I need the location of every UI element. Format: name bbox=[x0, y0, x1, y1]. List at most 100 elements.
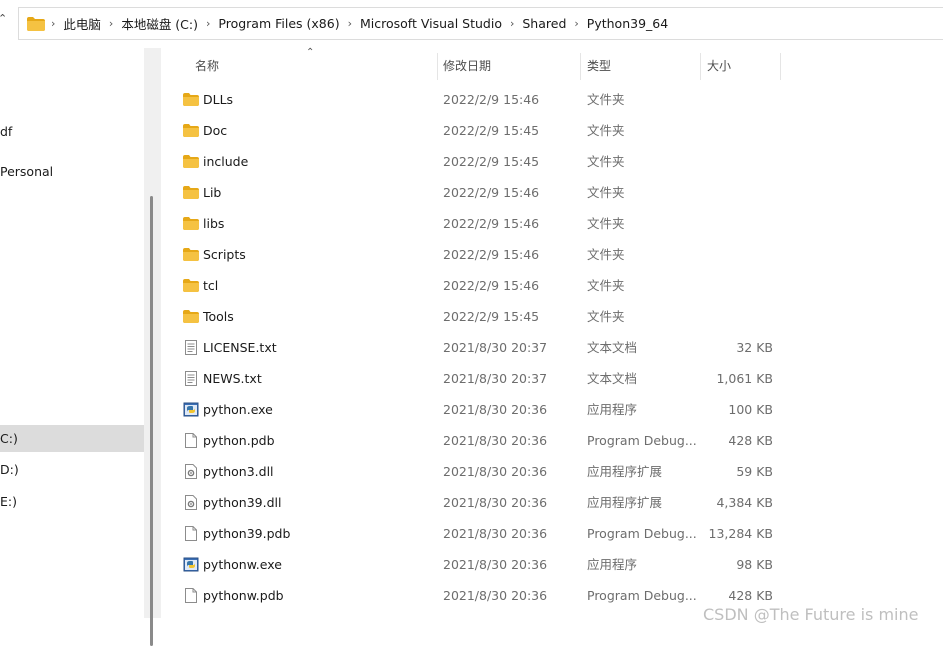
folder-icon bbox=[183, 92, 199, 107]
file-row[interactable]: pythonw.pdb 2021/8/30 20:36 Program Debug.… bbox=[176, 580, 786, 611]
file-name: python.exe bbox=[203, 402, 273, 417]
file-size bbox=[701, 177, 773, 208]
file-row[interactable]: DLLs 2022/2/9 15:46 文件夹 bbox=[176, 84, 786, 115]
file-name: pythonw.pdb bbox=[203, 588, 284, 603]
file-row[interactable]: include 2022/2/9 15:45 文件夹 bbox=[176, 146, 786, 177]
file-type: Program Debug... bbox=[587, 526, 697, 541]
file-row[interactable]: LICENSE.txt 2021/8/30 20:37 文本文档 32 KB bbox=[176, 332, 786, 363]
nav-scrollbar-thumb[interactable] bbox=[150, 196, 153, 646]
sort-ascending-icon: ⌃ bbox=[306, 47, 315, 58]
file-name: Tools bbox=[203, 309, 234, 324]
file-date: 2021/8/30 20:36 bbox=[443, 588, 548, 603]
file-name: python3.dll bbox=[203, 464, 274, 479]
file-type: 应用程序 bbox=[587, 557, 638, 572]
file-date: 2021/8/30 20:36 bbox=[443, 557, 548, 572]
file-name: python39.pdb bbox=[203, 526, 291, 541]
file-row[interactable]: python.pdb 2021/8/30 20:36 Program Debug..… bbox=[176, 425, 786, 456]
chevron-right-icon[interactable]: › bbox=[346, 17, 354, 30]
file-name: libs bbox=[203, 216, 225, 231]
file-name: python.pdb bbox=[203, 433, 275, 448]
file-row[interactable]: libs 2022/2/9 15:46 文件夹 bbox=[176, 208, 786, 239]
file-row[interactable]: python39.pdb 2021/8/30 20:36 Program Debug… bbox=[176, 518, 786, 549]
file-date: 2022/2/9 15:46 bbox=[443, 278, 540, 293]
file-name: pythonw.exe bbox=[203, 557, 282, 572]
breadcrumb-item[interactable]: 本地磁盘 (C:) bbox=[115, 14, 204, 33]
file-row[interactable]: python39.dll 2021/8/30 20:36 应用程序扩展 4,384 K… bbox=[176, 487, 786, 518]
file-size: 13,284 KB bbox=[708, 526, 773, 541]
file-row[interactable]: Doc 2022/2/9 15:45 文件夹 bbox=[176, 115, 786, 146]
breadcrumb: › 此电脑 › 本地磁盘 (C:) › Program Files (x86) › Micro… bbox=[49, 14, 674, 33]
file-date: 2022/2/9 15:46 bbox=[443, 216, 540, 231]
file-size: 100 KB bbox=[728, 402, 773, 417]
file-date: 2021/8/30 20:36 bbox=[443, 526, 548, 541]
breadcrumb-item[interactable]: Microsoft Visual Studio bbox=[354, 16, 508, 31]
nav-item-drive-e[interactable]: E:) bbox=[0, 494, 17, 509]
file-type: 应用程序扩展 bbox=[587, 495, 663, 510]
file-date: 2021/8/30 20:36 bbox=[443, 495, 548, 510]
file-size bbox=[701, 301, 773, 332]
file-type: 文件夹 bbox=[587, 309, 625, 324]
file-size: 32 KB bbox=[736, 340, 773, 355]
column-header-size[interactable]: 大小 bbox=[707, 53, 731, 80]
file-row[interactable]: tcl 2022/2/9 15:46 文件夹 bbox=[176, 270, 786, 301]
file-name: NEWS.txt bbox=[203, 371, 262, 386]
file-type: 文件夹 bbox=[587, 247, 625, 262]
breadcrumb-item[interactable]: Program Files (x86) bbox=[212, 16, 345, 31]
file-name: include bbox=[203, 154, 249, 169]
blank-file-icon bbox=[183, 433, 199, 448]
nav-item[interactable]: df bbox=[0, 124, 12, 139]
file-size bbox=[701, 239, 773, 270]
blank-file-icon bbox=[183, 588, 199, 603]
file-date: 2021/8/30 20:36 bbox=[443, 464, 548, 479]
folder-icon bbox=[183, 216, 199, 231]
file-row[interactable]: Scripts 2022/2/9 15:46 文件夹 bbox=[176, 239, 786, 270]
file-size: 59 KB bbox=[736, 464, 773, 479]
nav-scrollbar[interactable] bbox=[144, 48, 161, 646]
folder-icon bbox=[183, 247, 199, 262]
breadcrumb-item[interactable]: Python39_64 bbox=[581, 16, 674, 31]
column-header-type[interactable]: 类型 bbox=[587, 53, 611, 80]
address-bar[interactable]: › 此电脑 › 本地磁盘 (C:) › Program Files (x86) › Micro… bbox=[18, 7, 943, 40]
text-file-icon bbox=[183, 371, 199, 386]
breadcrumb-item[interactable]: 此电脑 bbox=[57, 14, 107, 33]
column-header-name[interactable]: 名称 bbox=[195, 53, 219, 80]
text-file-icon bbox=[183, 340, 199, 355]
file-row[interactable]: Tools 2022/2/9 15:45 文件夹 bbox=[176, 301, 786, 332]
file-row[interactable]: Lib 2022/2/9 15:46 文件夹 bbox=[176, 177, 786, 208]
file-date: 2021/8/30 20:36 bbox=[443, 402, 548, 417]
file-type: 文件夹 bbox=[587, 278, 625, 293]
file-name: LICENSE.txt bbox=[203, 340, 277, 355]
chevron-right-icon[interactable]: › bbox=[107, 17, 115, 30]
file-type: 文本文档 bbox=[587, 340, 638, 355]
chevron-right-icon[interactable]: › bbox=[572, 17, 580, 30]
chevron-right-icon[interactable]: › bbox=[204, 17, 212, 30]
column-divider[interactable] bbox=[580, 53, 581, 80]
column-header-date[interactable]: 修改日期 bbox=[443, 53, 491, 80]
nav-item-drive-c[interactable]: C:) bbox=[0, 425, 144, 452]
folder-icon bbox=[183, 154, 199, 169]
breadcrumb-item[interactable]: Shared bbox=[516, 16, 572, 31]
file-date: 2022/2/9 15:46 bbox=[443, 247, 540, 262]
file-size bbox=[701, 146, 773, 177]
column-divider[interactable] bbox=[700, 53, 701, 80]
nav-item[interactable]: Personal bbox=[0, 164, 53, 179]
file-row[interactable]: NEWS.txt 2021/8/30 20:37 文本文档 1,061 KB bbox=[176, 363, 786, 394]
file-type: Program Debug... bbox=[587, 588, 697, 603]
nav-up-chevron-icon[interactable]: ⌃ bbox=[0, 12, 8, 32]
folder-icon bbox=[183, 309, 199, 324]
file-date: 2022/2/9 15:45 bbox=[443, 123, 540, 138]
dll-file-icon bbox=[183, 464, 199, 479]
file-row[interactable]: python3.dll 2021/8/30 20:36 应用程序扩展 59 KB bbox=[176, 456, 786, 487]
file-row[interactable]: python.exe 2021/8/30 20:36 应用程序 100 KB bbox=[176, 394, 786, 425]
file-type: 文件夹 bbox=[587, 185, 625, 200]
chevron-right-icon[interactable]: › bbox=[49, 17, 57, 30]
file-name: Doc bbox=[203, 123, 228, 138]
nav-item-drive-d[interactable]: D:) bbox=[0, 462, 19, 477]
column-divider[interactable] bbox=[780, 53, 781, 80]
file-type: 文本文档 bbox=[587, 371, 638, 386]
file-size: 1,061 KB bbox=[716, 371, 773, 386]
file-type: 文件夹 bbox=[587, 123, 625, 138]
column-divider[interactable] bbox=[437, 53, 438, 80]
file-row[interactable]: pythonw.exe 2021/8/30 20:36 应用程序 98 KB bbox=[176, 549, 786, 580]
chevron-right-icon[interactable]: › bbox=[508, 17, 516, 30]
